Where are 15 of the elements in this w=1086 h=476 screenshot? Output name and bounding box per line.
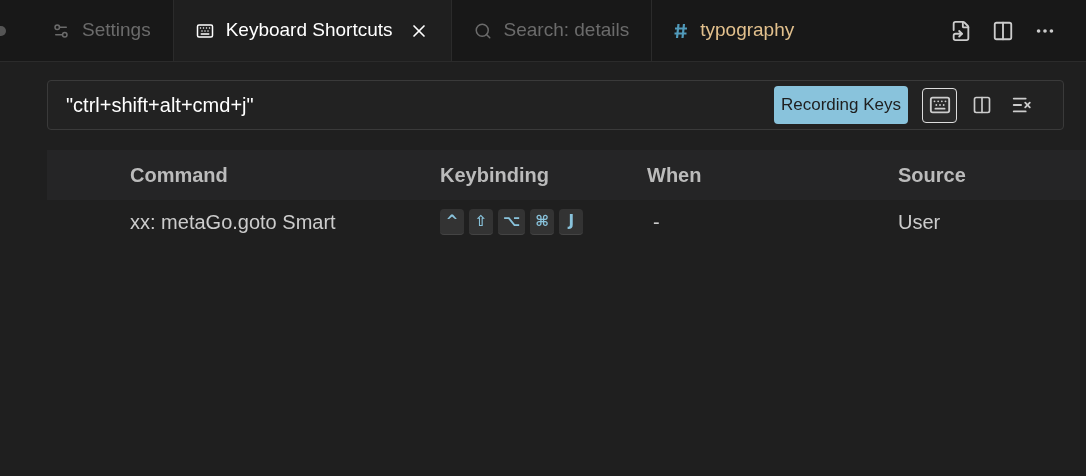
column-header[interactable]: Keybinding (440, 160, 647, 190)
key-cap: ⌘ (530, 209, 555, 235)
tab[interactable]: Keyboard Shortcuts (173, 0, 452, 61)
recording-badge: Recording Keys (774, 86, 908, 124)
column-header[interactable]: When (647, 160, 898, 190)
table-cell-text: xx: metaGo.goto Smart (130, 210, 337, 235)
table-cell-text: User (898, 210, 942, 235)
key-cap: J (559, 209, 584, 235)
column-header[interactable]: Source (898, 160, 1048, 190)
key-cap: ^ (440, 209, 464, 235)
table-cell-text: - (652, 210, 661, 235)
key-cap: ⌥ (498, 209, 526, 235)
search-field[interactable]: "ctrl+shift+alt+cmd+j" Recording Keys (47, 80, 1064, 130)
key-cap: ⇧ (469, 209, 493, 235)
column-header[interactable]: Command (130, 160, 440, 190)
